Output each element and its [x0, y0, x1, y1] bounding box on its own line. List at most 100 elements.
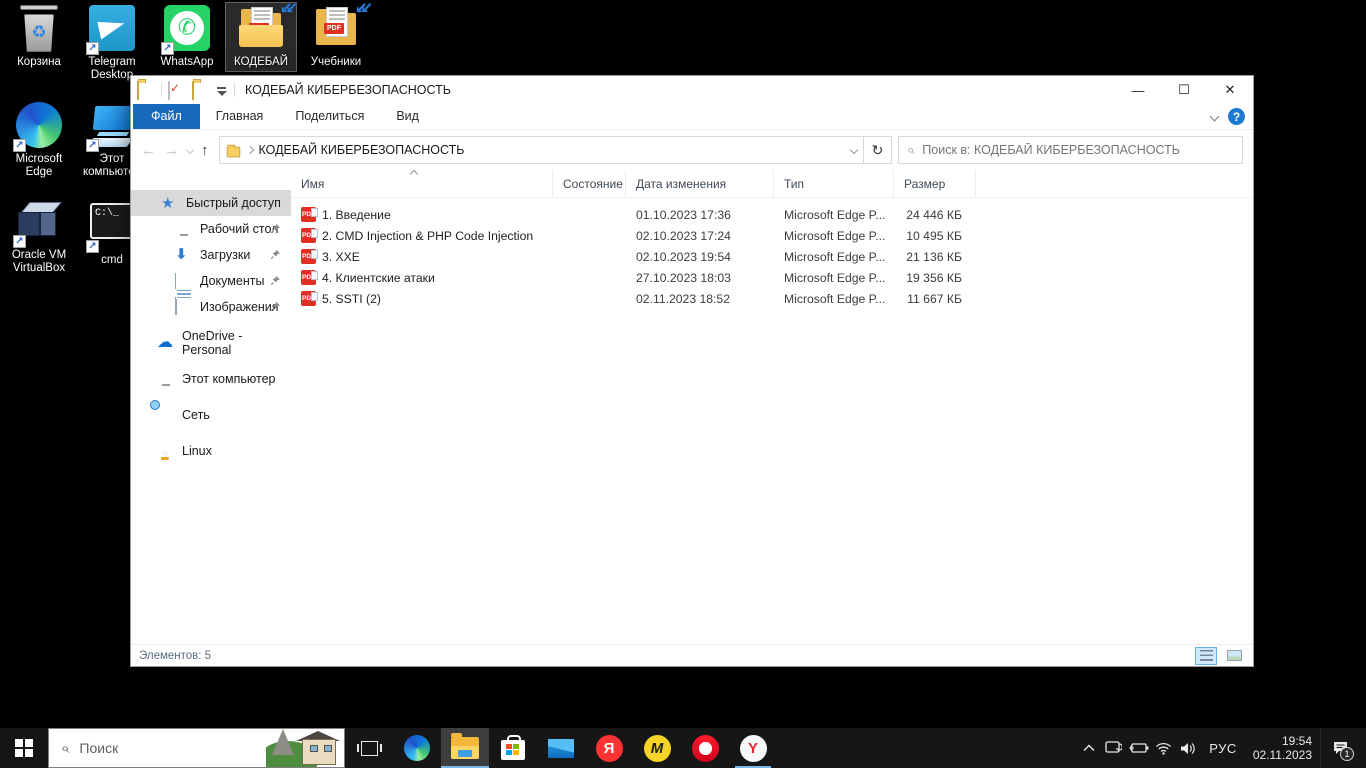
network-icon [157, 408, 174, 423]
expand-ribbon-icon[interactable] [1210, 112, 1220, 122]
help-icon[interactable]: ? [1228, 108, 1245, 125]
tab-file[interactable]: Файл [133, 104, 200, 129]
details-view-button[interactable] [1195, 647, 1217, 665]
item-count: Элементов: 5 [139, 650, 211, 662]
file-row[interactable]: PDF1. Введение 01.10.2023 17:36 Microsof… [291, 204, 1253, 225]
qat-new-folder-button[interactable] [192, 82, 210, 98]
thumbnails-view-button[interactable] [1223, 647, 1245, 665]
file-name: 5. SSTI (2) [322, 292, 381, 306]
desktop-icon-whatsapp[interactable]: ↗ WhatsApp [152, 3, 222, 71]
task-view-button[interactable] [345, 728, 393, 768]
star-icon: ★ [161, 196, 178, 211]
sidebar-item-quick-access[interactable]: ★ Быстрый доступ [131, 190, 291, 216]
desktop-icon-kodebai[interactable]: PDF ↙↙ КОДЕБАЙ [226, 3, 296, 71]
file-name: 4. Клиентские атаки [322, 271, 435, 285]
pin-icon[interactable] [270, 223, 281, 237]
minimize-button[interactable]: — [1115, 76, 1161, 104]
address-folder-icon [226, 146, 240, 157]
qat-customize-button[interactable] [216, 86, 228, 98]
breadcrumb[interactable]: КОДЕБАЙ КИБЕРБЕЗОПАСНОСТЬ [259, 143, 465, 157]
address-bar[interactable]: КОДЕБАЙ КИБЕРБЕЗОПАСНОСТЬ [219, 136, 865, 164]
sidebar-item-pictures[interactable]: Изображения [131, 294, 291, 320]
sidebar-item-linux[interactable]: Linux [131, 438, 291, 464]
start-button[interactable] [0, 728, 48, 768]
task-view-icon [361, 741, 378, 756]
taskbar-m-app-button[interactable]: M [633, 728, 681, 768]
recent-locations-icon[interactable] [186, 146, 194, 154]
column-header-size[interactable]: Размер [894, 170, 976, 197]
documents-icon [175, 274, 192, 289]
whatsapp-icon: ↗ [163, 5, 211, 53]
clock-date: 02.11.2023 [1253, 748, 1312, 762]
file-type: Microsoft Edge P... [774, 229, 894, 243]
this-pc-icon [157, 372, 174, 387]
file-name: 2. CMD Injection & PHP Code Injection [322, 229, 533, 243]
file-type: Microsoft Edge P... [774, 271, 894, 285]
taskbar-store-button[interactable] [489, 728, 537, 768]
taskbar-yandex-button[interactable]: Я [585, 728, 633, 768]
taskbar-explorer-button[interactable] [441, 728, 489, 768]
sidebar-item-network[interactable]: Сеть [131, 402, 291, 428]
pin-icon[interactable] [270, 249, 281, 263]
file-row[interactable]: PDF4. Клиентские атаки 27.10.2023 18:03 … [291, 267, 1253, 288]
opera-icon [692, 735, 719, 762]
file-list: Имя Состояние Дата изменения Тип Размер … [291, 170, 1253, 644]
tray-chevron-up-icon[interactable] [1076, 728, 1101, 768]
column-header-type[interactable]: Тип [774, 170, 894, 197]
desktop-icon-recycle-bin[interactable]: Корзина [4, 3, 74, 71]
file-row[interactable]: PDF3. XXE 02.10.2023 19:54 Microsoft Edg… [291, 246, 1253, 267]
file-row[interactable]: PDF5. SSTI (2) 02.11.2023 18:52 Microsof… [291, 288, 1253, 309]
column-header-name[interactable]: Имя [291, 170, 553, 197]
window-system-icon[interactable] [137, 82, 155, 98]
qat-properties-button[interactable] [168, 82, 186, 98]
pictures-icon [175, 300, 192, 315]
volume-icon[interactable] [1176, 728, 1201, 768]
column-header-modified[interactable]: Дата изменения [626, 170, 774, 197]
close-button[interactable]: ✕ [1207, 76, 1253, 104]
file-size: 24 446 КБ [894, 208, 976, 222]
maximize-button[interactable]: ☐ [1161, 76, 1207, 104]
taskbar-search-box[interactable]: ⌕ [48, 728, 345, 768]
up-button[interactable]: ↑ [201, 142, 209, 159]
battery-icon[interactable] [1126, 728, 1151, 768]
taskbar-mail-button[interactable] [537, 728, 585, 768]
tab-home[interactable]: Главная [200, 104, 280, 129]
sidebar-item-this-pc[interactable]: Этот компьютер [131, 366, 291, 392]
column-headers: Имя Состояние Дата изменения Тип Размер [291, 170, 1253, 198]
search-icon: ⌕ [907, 142, 914, 158]
search-highlight-image[interactable] [266, 729, 344, 767]
file-row[interactable]: PDF2. CMD Injection & PHP Code Injection… [291, 225, 1253, 246]
file-type: Microsoft Edge P... [774, 292, 894, 306]
back-button[interactable]: ← [141, 142, 156, 159]
refresh-button[interactable]: ↻ [864, 136, 892, 164]
sidebar-item-desktop[interactable]: Рабочий стол [131, 216, 291, 242]
sidebar-item-documents[interactable]: Документы [131, 268, 291, 294]
search-box[interactable]: ⌕ [898, 136, 1243, 164]
desktop-icon-label: КОДЕБАЙ [226, 56, 296, 69]
taskbar-edge-button[interactable] [393, 728, 441, 768]
clock[interactable]: 19:54 02.11.2023 [1245, 734, 1320, 762]
sidebar-item-onedrive[interactable]: ☁ OneDrive - Personal [131, 330, 291, 356]
desktop-icon-uchebniki[interactable]: PDF ↙↙ Учебники [301, 3, 371, 71]
file-size: 10 495 КБ [894, 229, 976, 243]
column-header-status[interactable]: Состояние [553, 170, 626, 197]
taskbar-opera-button[interactable] [681, 728, 729, 768]
pin-icon[interactable] [270, 301, 281, 315]
wifi-icon[interactable] [1151, 728, 1176, 768]
language-indicator[interactable]: РУС [1201, 741, 1245, 756]
file-type: Microsoft Edge P... [774, 208, 894, 222]
address-dropdown-icon[interactable] [850, 146, 858, 154]
desktop-icon-edge[interactable]: ↗ Microsoft Edge [4, 100, 74, 181]
sidebar-item-label: Изображения [200, 300, 279, 314]
taskbar-yandex-browser-button[interactable]: Y [729, 728, 777, 768]
connect-display-icon[interactable] [1101, 728, 1126, 768]
desktop-icon-virtualbox[interactable]: ↗ Oracle VM VirtualBox [4, 196, 74, 277]
desktop-icon-telegram[interactable]: ↗ Telegram Desktop [77, 3, 147, 84]
pin-icon[interactable] [270, 275, 281, 289]
tab-view[interactable]: Вид [380, 104, 435, 129]
sidebar-item-downloads[interactable]: ⬇ Загрузки [131, 242, 291, 268]
search-input[interactable] [922, 143, 1234, 157]
forward-button[interactable]: → [164, 142, 179, 159]
tab-share[interactable]: Поделиться [279, 104, 380, 129]
action-center-button[interactable]: 1 [1320, 728, 1360, 768]
